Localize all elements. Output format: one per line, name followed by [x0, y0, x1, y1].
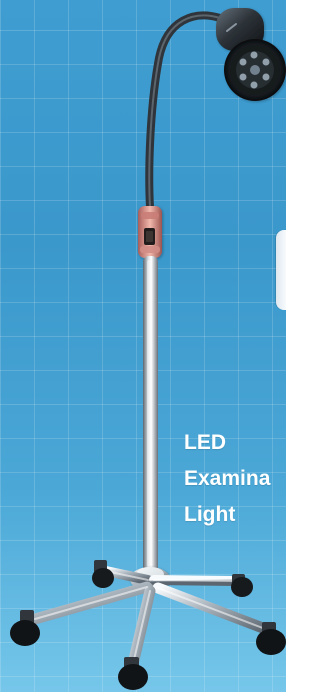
caption-line-led: LED: [184, 431, 226, 454]
product-caption: LED Examina Light: [184, 425, 286, 533]
caster-wheel: [92, 560, 114, 588]
caption-line-light: Light: [184, 503, 236, 526]
gooseneck-arm: [145, 11, 224, 211]
caption-line-examina: Examina: [184, 467, 271, 490]
lamp-head: [216, 8, 286, 101]
led-examination-light: [10, 8, 286, 690]
switch-housing: [138, 206, 162, 258]
caster-wheel: [231, 574, 253, 597]
stand-pole: [143, 256, 158, 574]
caster-wheel: [118, 657, 148, 690]
product-photo: LED Examina Light: [0, 0, 286, 692]
